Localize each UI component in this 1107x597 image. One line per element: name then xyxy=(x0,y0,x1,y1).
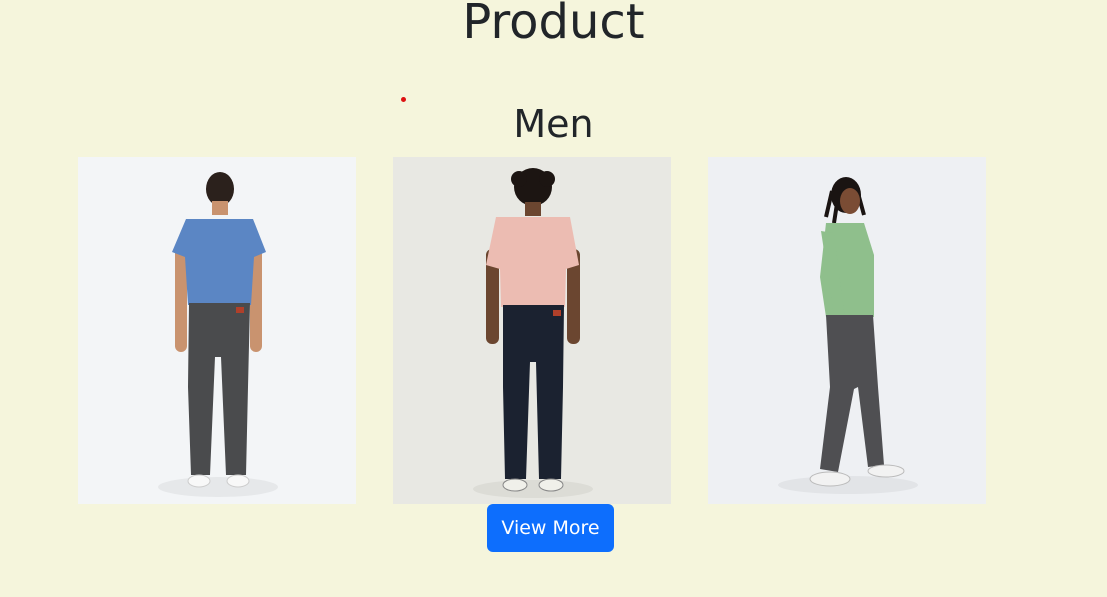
product-image-1[interactable] xyxy=(78,157,356,504)
view-more-button[interactable]: View More xyxy=(487,504,614,552)
section-title-men: Men xyxy=(513,102,594,146)
product-image-3[interactable] xyxy=(708,157,986,504)
product-image-2[interactable] xyxy=(393,157,671,504)
man-pink-tshirt-photo xyxy=(393,157,671,504)
man-green-sweater-photo xyxy=(708,157,986,504)
page-title: Product xyxy=(462,0,645,50)
man-blue-tshirt-photo xyxy=(78,157,356,504)
